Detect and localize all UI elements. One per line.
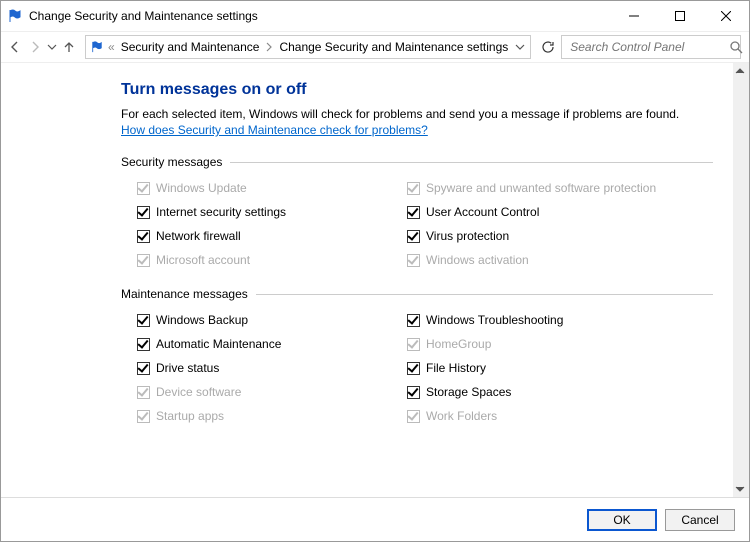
- checkbox-option[interactable]: Virus protection: [407, 227, 657, 245]
- checkbox-label: File History: [426, 361, 486, 375]
- checkbox[interactable]: [407, 230, 420, 243]
- scroll-up-icon[interactable]: [735, 65, 747, 77]
- checkbox-label: Work Folders: [426, 409, 497, 423]
- checkbox-option[interactable]: User Account Control: [407, 203, 657, 221]
- breadcrumb-segment-2[interactable]: Change Security and Maintenance settings: [275, 40, 512, 54]
- cancel-button[interactable]: Cancel: [665, 509, 735, 531]
- page-heading: Turn messages on or off: [121, 81, 713, 99]
- search-icon: [729, 40, 743, 54]
- checkbox-label: Windows activation: [426, 253, 529, 267]
- checkbox[interactable]: [137, 230, 150, 243]
- checkbox-option: Windows Update: [137, 179, 387, 197]
- checkbox-option[interactable]: Internet security settings: [137, 203, 387, 221]
- breadcrumb-flag-icon: [88, 41, 106, 53]
- checkbox: [407, 254, 420, 267]
- checkbox-label: Internet security settings: [156, 205, 286, 219]
- checkbox-option: Startup apps: [137, 407, 387, 425]
- checkbox: [407, 410, 420, 423]
- scrollbar[interactable]: [733, 63, 749, 497]
- checkbox: [137, 410, 150, 423]
- window-controls: [611, 1, 749, 31]
- checkbox-label: Network firewall: [156, 229, 241, 243]
- help-link[interactable]: How does Security and Maintenance check …: [121, 123, 428, 137]
- checkbox-label: User Account Control: [426, 205, 539, 219]
- checkbox[interactable]: [407, 362, 420, 375]
- page-description: For each selected item, Windows will che…: [121, 107, 713, 121]
- checkbox-option[interactable]: Storage Spaces: [407, 383, 657, 401]
- checkbox-option[interactable]: Windows Backup: [137, 311, 387, 329]
- breadcrumb-segment-1[interactable]: Security and Maintenance: [117, 40, 264, 54]
- search-box[interactable]: [561, 35, 741, 59]
- titlebar: Change Security and Maintenance settings: [1, 1, 749, 31]
- divider: [256, 294, 713, 295]
- security-section: Security messages Windows Update Spyware …: [121, 155, 713, 269]
- footer: OK Cancel: [1, 497, 749, 541]
- content: Turn messages on or off For each selecte…: [1, 63, 733, 497]
- checkbox-label: HomeGroup: [426, 337, 491, 351]
- checkbox: [407, 338, 420, 351]
- checkbox-label: Windows Backup: [156, 313, 248, 327]
- minimize-button[interactable]: [611, 1, 657, 31]
- close-button[interactable]: [703, 1, 749, 31]
- forward-button[interactable]: [27, 36, 43, 58]
- breadcrumb-prefix: «: [106, 40, 117, 54]
- checkbox-label: Automatic Maintenance: [156, 337, 281, 351]
- checkbox-option[interactable]: Automatic Maintenance: [137, 335, 387, 353]
- maintenance-section-title: Maintenance messages: [121, 287, 256, 301]
- checkbox[interactable]: [407, 314, 420, 327]
- breadcrumb[interactable]: « Security and Maintenance Change Securi…: [85, 35, 531, 59]
- checkbox[interactable]: [137, 206, 150, 219]
- checkbox[interactable]: [137, 338, 150, 351]
- up-button[interactable]: [61, 36, 77, 58]
- navbar: « Security and Maintenance Change Securi…: [1, 31, 749, 63]
- refresh-button[interactable]: [541, 35, 555, 59]
- checkbox[interactable]: [407, 206, 420, 219]
- app-flag-icon: [7, 8, 23, 24]
- checkbox-label: Startup apps: [156, 409, 224, 423]
- back-button[interactable]: [7, 36, 23, 58]
- window-title: Change Security and Maintenance settings: [29, 9, 611, 23]
- checkbox: [137, 182, 150, 195]
- checkbox-option: Windows activation: [407, 251, 657, 269]
- checkbox-label: Storage Spaces: [426, 385, 511, 399]
- security-section-title: Security messages: [121, 155, 230, 169]
- checkbox-option: Spyware and unwanted software protection: [407, 179, 657, 197]
- checkbox-label: Virus protection: [426, 229, 509, 243]
- checkbox-option: HomeGroup: [407, 335, 657, 353]
- checkbox-label: Windows Update: [156, 181, 247, 195]
- checkbox-label: Spyware and unwanted software protection: [426, 181, 656, 195]
- window: Change Security and Maintenance settings: [0, 0, 750, 542]
- checkbox-label: Microsoft account: [156, 253, 250, 267]
- checkbox-option[interactable]: Drive status: [137, 359, 387, 377]
- checkbox-option: Microsoft account: [137, 251, 387, 269]
- maintenance-section-header: Maintenance messages: [121, 287, 713, 301]
- search-input[interactable]: [568, 39, 729, 55]
- maintenance-options: Windows Backup Windows Troubleshooting Aut…: [137, 311, 713, 425]
- checkbox-option[interactable]: File History: [407, 359, 657, 377]
- recent-dropdown[interactable]: [47, 36, 57, 58]
- checkbox-option[interactable]: Windows Troubleshooting: [407, 311, 657, 329]
- checkbox-label: Drive status: [156, 361, 219, 375]
- checkbox-option: Device software: [137, 383, 387, 401]
- divider: [230, 162, 713, 163]
- security-section-header: Security messages: [121, 155, 713, 169]
- checkbox-option[interactable]: Network firewall: [137, 227, 387, 245]
- checkbox[interactable]: [407, 386, 420, 399]
- security-options: Windows Update Spyware and unwanted softw…: [137, 179, 713, 269]
- checkbox: [407, 182, 420, 195]
- checkbox: [137, 386, 150, 399]
- checkbox[interactable]: [137, 314, 150, 327]
- maintenance-section: Maintenance messages Windows BackupWindo…: [121, 287, 713, 425]
- checkbox-option: Work Folders: [407, 407, 657, 425]
- checkbox-label: Windows Troubleshooting: [426, 313, 563, 327]
- ok-button[interactable]: OK: [587, 509, 657, 531]
- chevron-right-icon: [263, 42, 275, 52]
- breadcrumb-dropdown[interactable]: [512, 42, 528, 52]
- content-area: Turn messages on or off For each selecte…: [1, 63, 749, 497]
- checkbox: [137, 254, 150, 267]
- checkbox[interactable]: [137, 362, 150, 375]
- maximize-button[interactable]: [657, 1, 703, 31]
- checkbox-label: Device software: [156, 385, 241, 399]
- scroll-down-icon[interactable]: [735, 483, 747, 495]
